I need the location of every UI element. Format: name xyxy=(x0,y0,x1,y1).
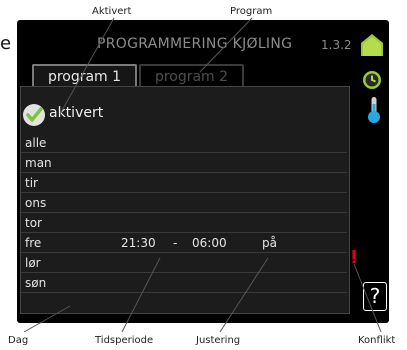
callout-program: Program xyxy=(230,6,273,17)
activated-label: aktivert xyxy=(49,105,104,121)
help-button[interactable]: ? xyxy=(363,282,387,311)
day-row-alle[interactable]: alle xyxy=(21,134,347,153)
period-separator: - xyxy=(173,236,178,250)
day-row-son[interactable]: søn xyxy=(21,274,347,293)
day-row-ons[interactable]: ons xyxy=(21,194,347,213)
adjustment-value[interactable]: på xyxy=(262,236,277,250)
edge-text: e xyxy=(0,33,12,54)
callout-dag: Dag xyxy=(8,335,29,346)
menu-home-icon[interactable] xyxy=(358,32,386,62)
device-screen: PROGRAMMERING KJØLING 1.3.2 program 1 pr… xyxy=(17,20,389,323)
callout-konflikt: Konflikt xyxy=(358,335,396,346)
day-row-tor[interactable]: tor xyxy=(21,214,347,233)
day-row-lor[interactable]: lør xyxy=(21,254,347,273)
day-name: man xyxy=(25,156,52,170)
callout-aktivert: Aktivert xyxy=(92,6,132,17)
tab-program-1[interactable]: program 1 xyxy=(32,64,137,86)
callout-justering: Justering xyxy=(196,335,241,346)
clock-icon xyxy=(362,70,382,94)
page-title: PROGRAMMERING KJØLING xyxy=(97,36,293,52)
day-name: søn xyxy=(25,276,47,290)
day-name: tir xyxy=(25,176,38,190)
menu-number: 1.3.2 xyxy=(321,38,352,52)
day-name: ons xyxy=(25,196,47,210)
day-name: alle xyxy=(25,136,47,150)
period-end[interactable]: 06:00 xyxy=(192,236,227,250)
day-row-fre[interactable]: fre 21:30 - 06:00 på xyxy=(21,234,347,253)
day-name: tor xyxy=(25,216,42,230)
day-row-tir[interactable]: tir xyxy=(21,174,347,193)
check-icon xyxy=(23,104,45,126)
callout-tidsperiode: Tidsperiode xyxy=(95,335,154,346)
day-row-man[interactable]: man xyxy=(21,154,347,173)
day-name: lør xyxy=(25,256,41,270)
day-name: fre xyxy=(25,236,42,250)
conflict-icon xyxy=(352,248,356,263)
period-start[interactable]: 21:30 xyxy=(121,236,156,250)
thermometer-icon xyxy=(367,96,381,128)
tab-program-2[interactable]: program 2 xyxy=(139,64,244,86)
